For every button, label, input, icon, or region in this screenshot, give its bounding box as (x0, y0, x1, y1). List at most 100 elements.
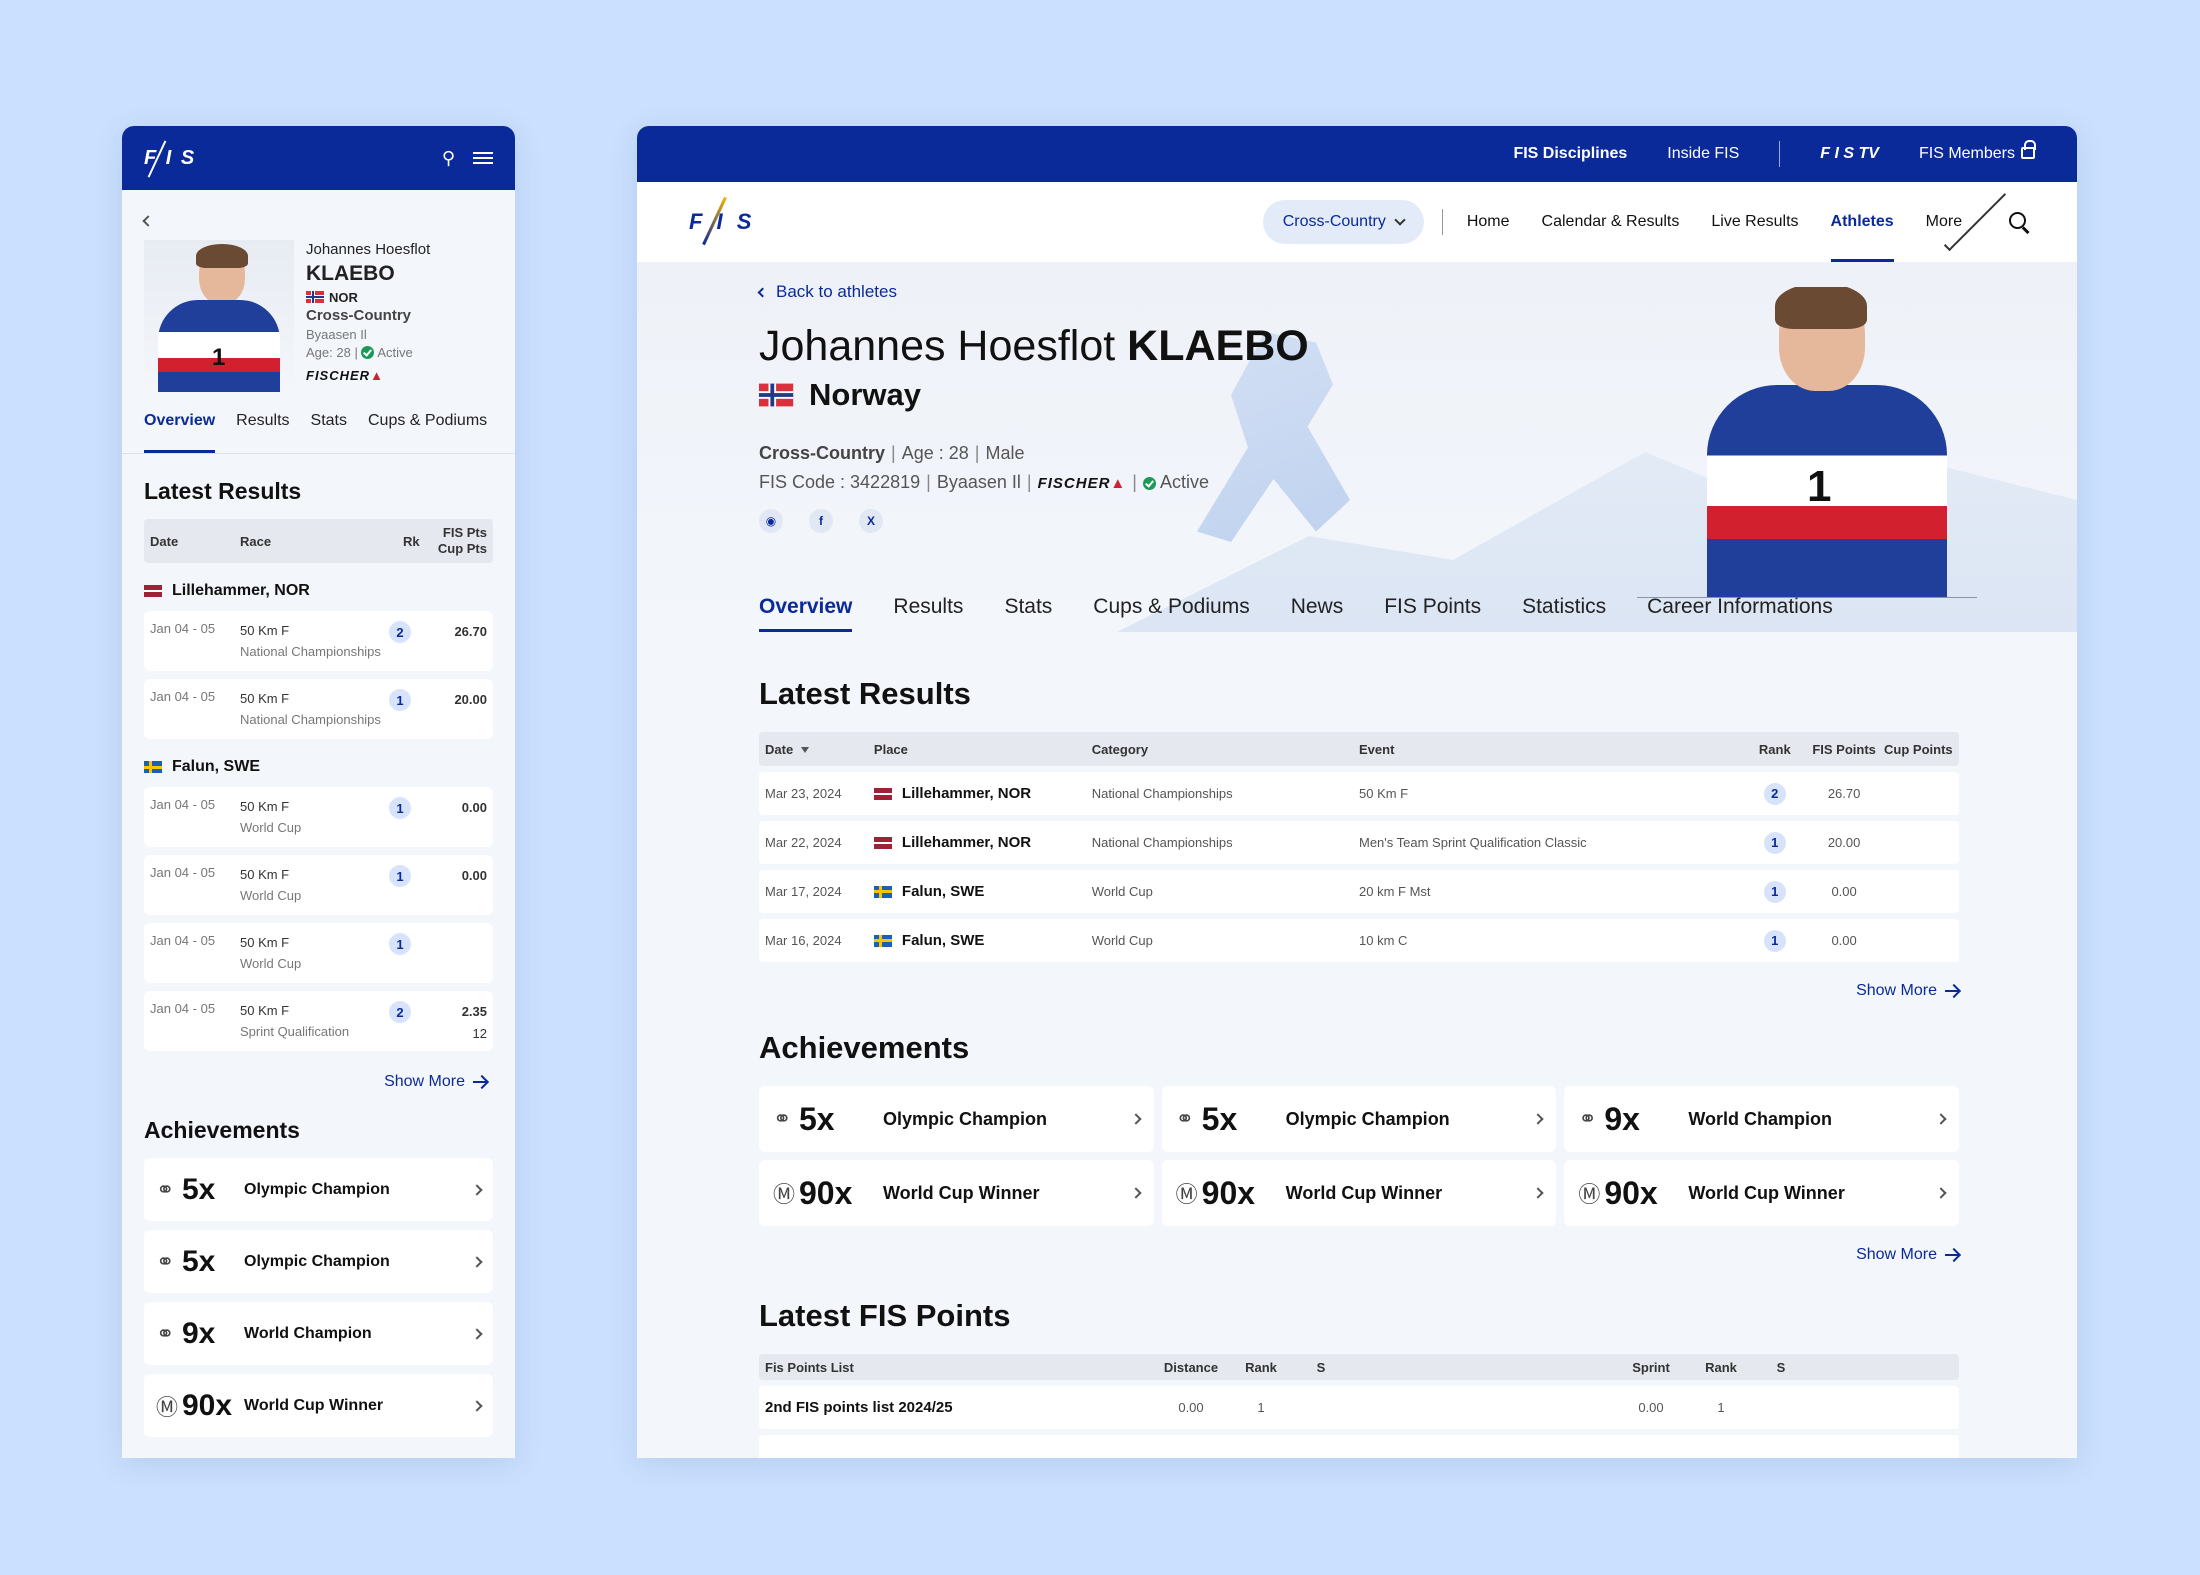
header-place: Place (873, 741, 908, 757)
achievement-card[interactable]: ⚭ 5x Olympic Champion (144, 1230, 493, 1293)
result-date: Jan 04 - 05 (150, 933, 216, 948)
result-date: Mar 17, 2024 (765, 884, 842, 899)
table-row[interactable] (759, 1435, 1959, 1458)
desktop-main-nav: F I S Cross-Country Home Calendar & Resu… (637, 182, 2077, 262)
show-more-label: Show More (1856, 1246, 1937, 1263)
athlete-first-name: Johannes Hoesflot (759, 322, 1116, 370)
achievement-card[interactable]: ⚭ 5x Olympic Champion (144, 1158, 493, 1221)
header-fis-pts: FIS Pts (442, 525, 487, 541)
achievement-card[interactable]: ⚭ 5x Olympic Champion (759, 1086, 1154, 1152)
result-fis-points: 26.70 (1827, 786, 1861, 801)
discipline-select-value: Cross-Country (1282, 213, 1386, 230)
header-s: S (1316, 1359, 1326, 1375)
chevron-right-icon (471, 1183, 483, 1196)
trophy-icon: Ⓜ (773, 1182, 796, 1207)
search-icon[interactable]: ⚲ (442, 148, 455, 169)
table-row[interactable]: 2nd FIS points list 2024/25 0.00 1 0.00 … (759, 1386, 1959, 1429)
result-row[interactable]: Jan 04 - 05 50 Km F Sprint Qualification … (144, 991, 493, 1051)
gender: Male (985, 443, 1025, 463)
tab-statistics[interactable]: Statistics (1522, 595, 1606, 632)
facebook-icon[interactable]: f (809, 508, 833, 533)
tab-career-informations[interactable]: Career Informations (1647, 595, 1833, 632)
nav-home[interactable]: Home (1467, 182, 1510, 262)
result-row[interactable]: Jan 04 - 05 50 Km F World Cup 1 (144, 923, 493, 983)
result-row[interactable]: Jan 04 - 05 50 Km F World Cup 1 0.00 (144, 787, 493, 847)
achievement-card[interactable]: ⚭ 9x World Champion (144, 1302, 493, 1365)
athlete-hero: 1 Back to athletes Johannes Hoesflot KLA… (637, 262, 2077, 632)
table-row[interactable]: Mar 17, 2024 Falun, SWE World Cup 20 km … (759, 870, 1959, 913)
tab-stats[interactable]: Stats (1004, 595, 1052, 632)
tab-overview[interactable]: Overview (759, 595, 853, 632)
discipline-select[interactable]: Cross-Country (1262, 200, 1424, 244)
back-icon[interactable] (142, 215, 154, 227)
achievement-count: 90x (799, 1174, 853, 1211)
x-icon[interactable]: X (859, 508, 883, 533)
header-date[interactable]: Date (765, 742, 874, 757)
menu-icon[interactable] (473, 152, 493, 164)
table-row[interactable]: Mar 16, 2024 Falun, SWE World Cup 10 km … (759, 919, 1959, 962)
back-to-athletes-link[interactable]: Back to athletes (757, 282, 1309, 302)
result-date: Jan 04 - 05 (150, 621, 216, 636)
desktop-frame: FIS Disciplines Inside FIS F I S TV FIS … (637, 126, 2077, 1458)
age: Age: 28 (306, 344, 351, 360)
header-rank: Rank (1758, 741, 1791, 757)
tab-results[interactable]: Results (893, 595, 963, 632)
achievement-card[interactable]: Ⓜ 90x World Cup Winner (1161, 1160, 1557, 1226)
achievement-card[interactable]: ⚭ 9x World Champion (1564, 1086, 1959, 1152)
result-row[interactable]: Jan 04 - 05 50 Km F National Championship… (144, 679, 493, 739)
nav-calendar-results[interactable]: Calendar & Results (1542, 182, 1680, 262)
fis-logo[interactable]: F I S (144, 147, 196, 170)
achievement-card[interactable]: Ⓜ 90x World Cup Winner (1564, 1160, 1959, 1226)
medal-icon: ⚭ (773, 1106, 792, 1131)
tv-label: TV (1858, 145, 1879, 162)
flag-icon (873, 787, 892, 800)
achievement-card[interactable]: Ⓜ 90x World Cup Winner (759, 1160, 1154, 1226)
fis-logo[interactable]: F I S (689, 209, 755, 235)
tab-overview[interactable]: Overview (144, 412, 216, 453)
result-event: 20 km F Mst (1359, 884, 1431, 899)
table-row[interactable]: Mar 22, 2024 Lillehammer, NOR National C… (759, 821, 1959, 864)
result-row[interactable]: Jan 04 - 05 50 Km F National Championship… (144, 611, 493, 671)
achievement-label: World Champion (1688, 1108, 1832, 1129)
nav-more[interactable]: More (1926, 182, 2007, 262)
show-more-results-link[interactable]: Show More (122, 1059, 515, 1091)
mobile-top-bar: F I S ⚲ (122, 126, 515, 190)
chevron-right-icon (1935, 1113, 1947, 1125)
result-row[interactable]: Jan 04 - 05 50 Km F World Cup 1 0.00 (144, 855, 493, 915)
show-more-results-link[interactable]: Show More (759, 962, 1959, 1000)
athlete-name: Johannes Hoesflot KLAEBO (759, 322, 1309, 371)
show-more-achievements-link[interactable]: Show More (759, 1226, 1959, 1264)
result-category: Sprint Qualification (240, 1023, 350, 1039)
result-category: World Cup (240, 887, 302, 903)
search-icon[interactable] (2009, 212, 2029, 232)
tab-results[interactable]: Results (236, 412, 289, 453)
arrow-right-icon (1945, 1254, 1959, 1256)
tab-fis-points[interactable]: FIS Points (1384, 595, 1481, 632)
mobile-tabs: Overview Results Stats Cups & Podiums (122, 396, 515, 454)
result-category: National Championships (1091, 786, 1233, 801)
fis-tv-link[interactable]: F I S TV (1820, 145, 1879, 163)
fis-members-link[interactable]: FIS Members (1918, 140, 2036, 163)
tab-stats[interactable]: Stats (311, 412, 347, 453)
athlete-last-name: KLAEBO (306, 262, 395, 286)
sprint-points: 0.00 (1638, 1400, 1664, 1415)
nav-live-results[interactable]: Live Results (1711, 182, 1798, 262)
tab-cups-podiums[interactable]: Cups & Podiums (368, 412, 487, 453)
fis-disciplines-link[interactable]: FIS Disciplines (1513, 145, 1627, 163)
header-date[interactable]: Date (150, 534, 240, 549)
tab-news[interactable]: News (1291, 595, 1344, 632)
athlete-photo: 1 (1687, 287, 1967, 597)
members-label: FIS Members (1918, 145, 2015, 162)
flag-icon (873, 885, 892, 898)
sponsor-logo: FISCHER (306, 368, 371, 384)
table-row[interactable]: Mar 23, 2024 Lillehammer, NOR National C… (759, 772, 1959, 815)
chevron-right-icon (471, 1327, 483, 1340)
age: Age : 28 (901, 443, 969, 463)
inside-fis-link[interactable]: Inside FIS (1667, 145, 1739, 163)
achievement-card[interactable]: Ⓜ 90x World Cup Winner (144, 1374, 493, 1437)
tab-cups-podiums[interactable]: Cups & Podiums (1093, 595, 1249, 632)
instagram-icon[interactable]: ◉ (759, 508, 783, 533)
achievement-card[interactable]: ⚭ 5x Olympic Champion (1161, 1086, 1557, 1152)
trophy-icon: Ⓜ (1578, 1182, 1601, 1207)
nav-athletes[interactable]: Athletes (1830, 182, 1894, 262)
